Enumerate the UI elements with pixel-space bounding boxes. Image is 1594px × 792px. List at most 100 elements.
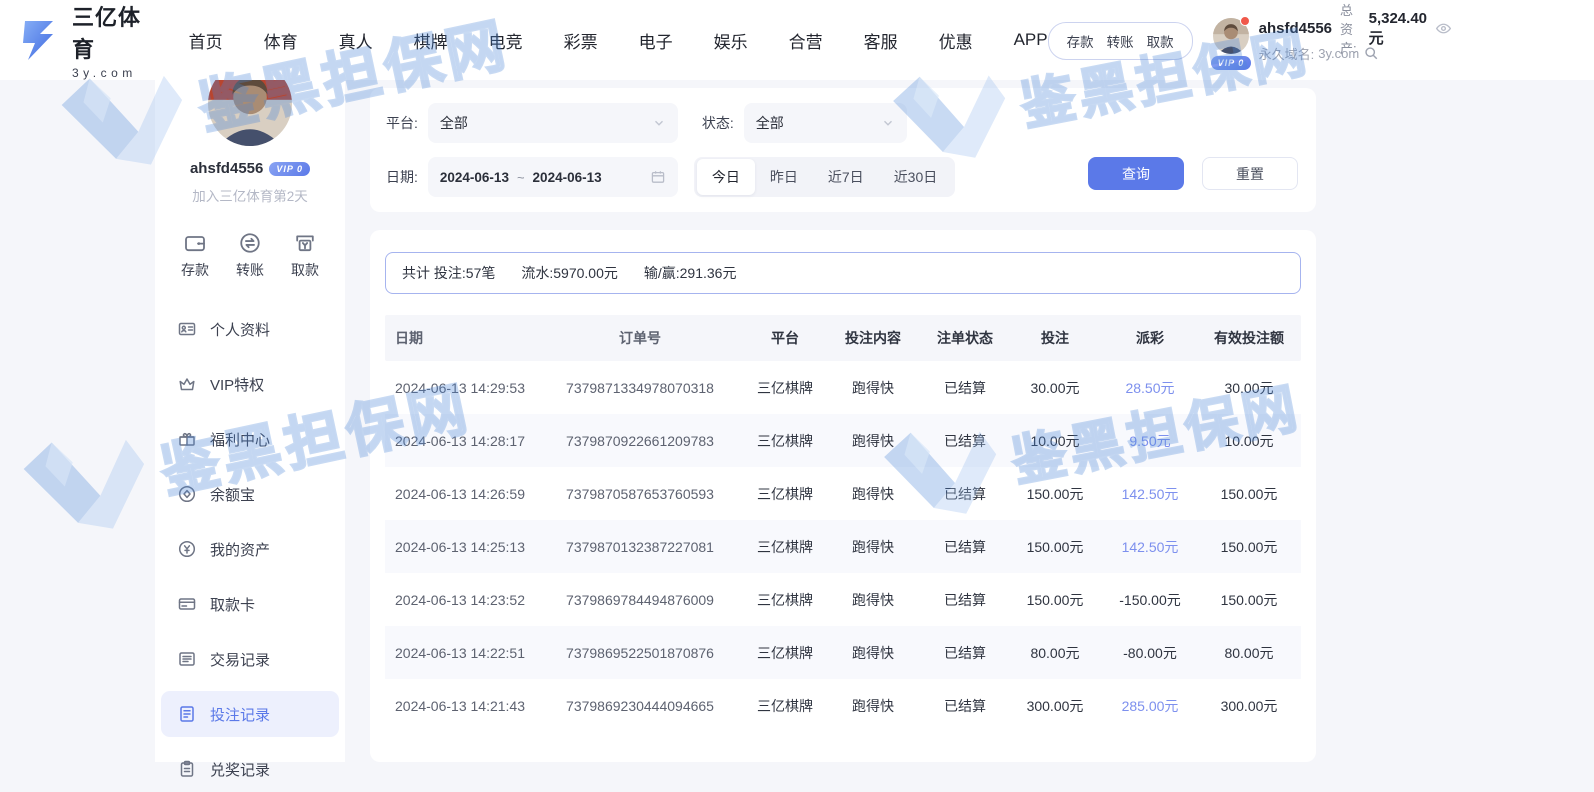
quick-range-group: 今日昨日近7日近30日	[694, 157, 955, 197]
eye-icon[interactable]	[1435, 20, 1452, 37]
sidebar-item-7[interactable]: 投注记录	[161, 691, 339, 737]
column-header-status: 注单状态	[919, 328, 1011, 348]
sidebar-item-1[interactable]: VIP特权	[161, 361, 339, 407]
summary-winloss: 输/赢:291.36元	[644, 263, 737, 283]
cell-order: 7379871334978070318	[537, 380, 743, 396]
nav-item-3[interactable]: 棋牌	[414, 28, 448, 53]
cell-content: 跑得快	[827, 484, 919, 504]
top-navigation: 三亿体育 3y.com 首页 体育 真人 棋牌 电竞 彩票 电子 娱乐 合营 客服 优惠 APP 存款…	[0, 0, 1594, 80]
username[interactable]: ahsfd4556	[1259, 20, 1332, 37]
cell-bet: 150.00元	[1011, 537, 1099, 557]
bet-record-icon	[177, 704, 197, 724]
nav-item-4[interactable]: 电竞	[489, 28, 523, 53]
cell-bet: 300.00元	[1011, 696, 1099, 716]
nav-item-6[interactable]: 电子	[639, 28, 673, 53]
sidebar-item-2[interactable]: 福利中心	[161, 416, 339, 462]
bet-records-card: 共计 投注:57笔 流水:5970.00元 输/赢:291.36元 日期订单号平…	[370, 230, 1316, 762]
nav-item-9[interactable]: 客服	[864, 28, 898, 53]
cell-platform: 三亿棋牌	[743, 537, 827, 557]
quick-action-1[interactable]: 转账	[226, 231, 274, 280]
cell-date: 2024-06-13 14:21:43	[385, 698, 537, 714]
topbar-wallet-action-1[interactable]: 转账	[1107, 31, 1134, 51]
cell-content: 跑得快	[827, 590, 919, 610]
range-button-0[interactable]: 今日	[697, 159, 755, 195]
cell-valid: 150.00元	[1201, 484, 1301, 504]
table-row: 2024-06-13 14:25:137379870132387227081三亿…	[385, 520, 1301, 573]
nav-item-2[interactable]: 真人	[339, 28, 373, 53]
date-range-picker[interactable]: 2024-06-13 ~ 2024-06-13	[428, 157, 678, 197]
sidebar-item-8[interactable]: 兑奖记录	[161, 746, 339, 792]
cell-bet: 10.00元	[1011, 431, 1099, 451]
sidebar-item-label: 个人资料	[210, 319, 270, 340]
cell-status: 已结算	[919, 484, 1011, 504]
quick-action-0[interactable]: 存款	[171, 231, 219, 280]
chevron-down-icon	[652, 116, 666, 130]
cell-bet: 150.00元	[1011, 484, 1099, 504]
sidebar-item-0[interactable]: 个人资料	[161, 306, 339, 352]
topbar-wallet-action-0[interactable]: 存款	[1067, 31, 1094, 51]
nav-item-10[interactable]: 优惠	[939, 28, 973, 53]
cell-order: 7379869230444094665	[537, 698, 743, 714]
status-select[interactable]: 全部	[744, 103, 907, 143]
search-button[interactable]: 查询	[1088, 157, 1184, 190]
platform-select-value: 全部	[440, 113, 468, 133]
cell-date: 2024-06-13 14:26:59	[385, 486, 537, 502]
sidebar-item-label: 余额宝	[210, 484, 255, 505]
sidebar-item-3[interactable]: 余额宝	[161, 471, 339, 517]
reset-button[interactable]: 重置	[1202, 157, 1298, 190]
sidebar-menu: 个人资料 VIP特权福利中心余额宝我的资产取款卡交易记录投注记录兑奖记录	[155, 306, 345, 792]
cell-order: 7379870587653760593	[537, 486, 743, 502]
nav-item-11[interactable]: APP	[1014, 30, 1048, 50]
cell-valid: 10.00元	[1201, 431, 1301, 451]
brand-logo[interactable]: 三亿体育 3y.com	[16, 0, 144, 80]
cell-payout: 28.50元	[1099, 378, 1201, 398]
cell-payout: 142.50元	[1099, 484, 1201, 504]
nav-item-7[interactable]: 娱乐	[714, 28, 748, 53]
assets-icon	[177, 539, 197, 559]
cell-date: 2024-06-13 14:28:17	[385, 433, 537, 449]
brand-name: 三亿体育	[72, 0, 144, 64]
quick-action-label: 取款	[291, 260, 319, 280]
cell-status: 已结算	[919, 378, 1011, 398]
range-button-2[interactable]: 近7日	[813, 159, 879, 195]
avatar-column: VIP 0	[1213, 18, 1249, 63]
summary-bar: 共计 投注:57笔 流水:5970.00元 输/赢:291.36元	[385, 252, 1301, 294]
quick-action-label: 存款	[181, 260, 209, 280]
cell-date: 2024-06-13 14:23:52	[385, 592, 537, 608]
cell-platform: 三亿棋牌	[743, 590, 827, 610]
gift-icon	[177, 429, 197, 449]
range-button-1[interactable]: 昨日	[755, 159, 813, 195]
cell-status: 已结算	[919, 431, 1011, 451]
column-header-date: 日期	[385, 328, 537, 348]
nav-item-8[interactable]: 合营	[789, 28, 823, 53]
nav-item-0[interactable]: 首页	[189, 28, 223, 53]
summary-turnover: 流水:5970.00元	[521, 263, 618, 283]
cell-valid: 30.00元	[1201, 378, 1301, 398]
sidebar-item-label: 我的资产	[210, 539, 270, 560]
nav-item-1[interactable]: 体育	[264, 28, 298, 53]
cell-payout: -80.00元	[1099, 643, 1201, 663]
sidebar-item-label: 福利中心	[210, 429, 270, 450]
cell-order: 7379870922661209783	[537, 433, 743, 449]
search-icon[interactable]	[1363, 45, 1379, 61]
sidebar-item-label: VIP特权	[210, 374, 264, 395]
quick-action-2[interactable]: 取款	[281, 231, 329, 280]
range-button-3[interactable]: 近30日	[879, 159, 953, 195]
sidebar: ahsfd4556 VIP 0 加入三亿体育第2天 存款转账取款 个人资料VIP…	[155, 80, 345, 762]
topbar-wallet-action-2[interactable]: 取款	[1147, 31, 1174, 51]
cell-bet: 30.00元	[1011, 378, 1099, 398]
cell-order: 7379869522501870876	[537, 645, 743, 661]
table-row: 2024-06-13 14:22:517379869522501870876三亿…	[385, 626, 1301, 679]
sidebar-item-6[interactable]: 交易记录	[161, 636, 339, 682]
sidebar-item-4[interactable]: 我的资产	[161, 526, 339, 572]
cell-order: 7379869784494876009	[537, 592, 743, 608]
join-days-text: 加入三亿体育第2天	[155, 185, 345, 205]
coin-icon	[177, 484, 197, 504]
sidebar-item-label: 交易记录	[210, 649, 270, 670]
username: ahsfd4556	[190, 160, 263, 177]
nav-item-5[interactable]: 彩票	[564, 28, 598, 53]
sidebar-item-5[interactable]: 取款卡	[161, 581, 339, 627]
platform-select[interactable]: 全部	[428, 103, 678, 143]
deposit-wallet-icon	[183, 231, 207, 255]
table-body: 2024-06-13 14:29:537379871334978070318三亿…	[385, 361, 1301, 732]
